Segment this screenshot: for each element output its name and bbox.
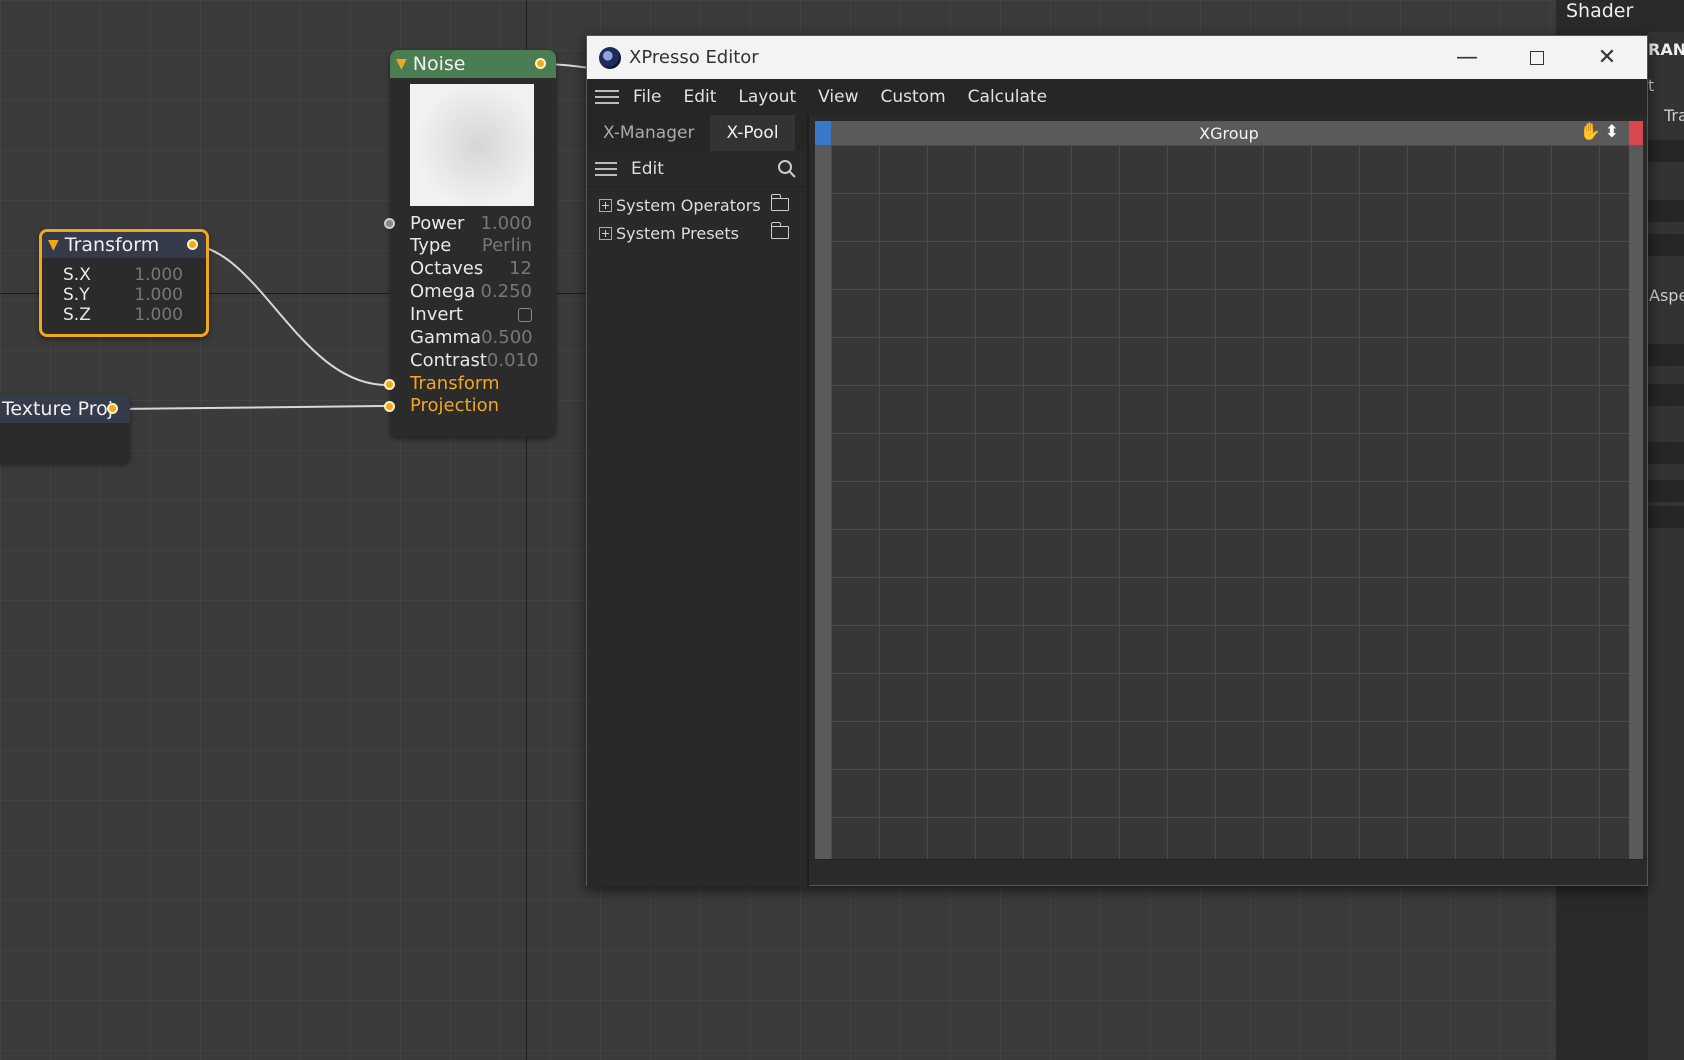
- menu-file[interactable]: File: [633, 87, 661, 107]
- tree-item-system-presets[interactable]: System Presets: [587, 219, 807, 247]
- noise-node-title: Noise: [412, 53, 466, 75]
- noise-power-input-port[interactable]: [384, 218, 395, 229]
- menu-view[interactable]: View: [818, 87, 858, 107]
- transform-node[interactable]: ▼ Transform S.X 1.000 S.Y 1.000 S.Z 1.000: [39, 229, 209, 337]
- transform-row-sz: S.Z 1.000: [63, 305, 183, 325]
- folder-icon: [770, 222, 789, 239]
- xpool-hamburger-icon[interactable]: [595, 158, 617, 180]
- attribute-field[interactable]: [1648, 234, 1684, 256]
- minimize-button[interactable]: —: [1432, 36, 1502, 79]
- xgroup-title: XGroup: [1199, 123, 1259, 143]
- xpresso-menu-bar: File Edit Layout View Custom Calculate: [587, 79, 1647, 115]
- xpool-subbar: Edit: [587, 151, 807, 187]
- xpool-edit-menu[interactable]: Edit: [631, 159, 664, 179]
- expand-plus-icon[interactable]: [599, 226, 612, 240]
- noise-param-invert: Invert: [410, 304, 532, 325]
- noise-param-power: Power 1.000: [410, 213, 532, 234]
- attribute-panel-title: Shader: [1566, 0, 1634, 22]
- texture-projection-output-port[interactable]: [107, 403, 118, 414]
- collapse-triangle-icon[interactable]: ▼: [396, 56, 407, 72]
- wire-transform-to-noise: [191, 244, 388, 386]
- tab-x-pool[interactable]: X-Pool: [710, 115, 795, 151]
- search-icon[interactable]: [777, 159, 797, 179]
- menu-layout[interactable]: Layout: [738, 87, 796, 107]
- noise-transform-input-port[interactable]: [384, 379, 395, 390]
- menu-edit[interactable]: Edit: [683, 87, 716, 107]
- folder-icon: [770, 194, 789, 211]
- noise-param-contrast: Contrast 0.010: [410, 350, 539, 371]
- xpool-tabs: X-Manager X-Pool: [587, 115, 807, 151]
- xgroup-output-port-strip[interactable]: [1629, 121, 1643, 145]
- noise-param-gamma: Gamma 0.500: [410, 327, 533, 348]
- tree-item-label: System Presets: [616, 223, 739, 243]
- noise-projection-input-port[interactable]: [384, 401, 395, 412]
- xpresso-window-title: XPresso Editor: [629, 47, 759, 68]
- attribute-field[interactable]: [1648, 506, 1684, 528]
- transform-node-header[interactable]: ▼ Transform: [42, 232, 206, 258]
- xgroup-grid-area[interactable]: [831, 145, 1629, 860]
- xpresso-title-bar[interactable]: XPresso Editor — ✕: [587, 36, 1647, 79]
- noise-param-omega: Omega 0.250: [410, 281, 532, 302]
- attribute-fragment-aspe: Aspe: [1649, 286, 1684, 305]
- attribute-field[interactable]: [1648, 480, 1684, 502]
- xgroup-node[interactable]: XGroup ✋⬍: [815, 121, 1643, 860]
- xpresso-editor-window[interactable]: XPresso Editor — ✕ File Edit Layout View…: [586, 35, 1648, 887]
- menu-custom[interactable]: Custom: [881, 87, 946, 107]
- xgroup-header[interactable]: XGroup: [815, 121, 1643, 145]
- attribute-fragment-t: t: [1648, 76, 1655, 95]
- attribute-field[interactable]: [1648, 442, 1684, 464]
- noise-input-projection: Projection: [410, 395, 500, 416]
- tree-item-system-operators[interactable]: System Operators: [587, 191, 807, 219]
- transform-output-port[interactable]: [187, 239, 198, 250]
- resize-arrows-icon[interactable]: ⬍: [1605, 122, 1623, 142]
- noise-node-header[interactable]: ▼ Noise: [390, 50, 556, 78]
- xgroup-right-border: [1629, 145, 1643, 860]
- hand-pan-icon[interactable]: ✋: [1580, 122, 1605, 142]
- attribute-field[interactable]: [1648, 344, 1684, 366]
- attribute-field[interactable]: [1648, 200, 1684, 222]
- hamburger-menu-icon[interactable]: [595, 86, 619, 108]
- xgroup-left-border: [815, 145, 831, 860]
- texture-projection-node[interactable]: Texture Proj: [0, 395, 130, 463]
- transform-node-title: Transform: [64, 234, 160, 256]
- xgroup-input-port-strip[interactable]: [815, 121, 831, 145]
- close-button[interactable]: ✕: [1572, 36, 1642, 79]
- cinema4d-logo-icon: [599, 46, 621, 69]
- maximize-button[interactable]: [1502, 36, 1572, 79]
- menu-calculate[interactable]: Calculate: [968, 87, 1047, 107]
- maximize-icon: [1530, 50, 1544, 65]
- wire-texture-to-noise: [112, 405, 388, 410]
- xgroup-header-icons: ✋⬍: [1580, 122, 1623, 142]
- noise-node[interactable]: ▼ Noise Power 1.000 Type Perlin Octaves 12 …: [384, 50, 556, 437]
- xpresso-status-bar: [809, 859, 1647, 885]
- attribute-field[interactable]: [1648, 140, 1684, 162]
- tree-item-label: System Operators: [616, 195, 761, 215]
- noise-param-octaves: Octaves 12: [410, 258, 532, 279]
- attribute-field[interactable]: [1648, 384, 1684, 406]
- noise-input-transform: Transform: [410, 373, 500, 394]
- expand-plus-icon[interactable]: [599, 198, 612, 212]
- invert-checkbox[interactable]: [518, 308, 532, 322]
- attribute-panel-strip: [1648, 32, 1684, 1060]
- transform-row-sx: S.X 1.000: [63, 265, 183, 285]
- xpool-pane: X-Manager X-Pool Edit System Operators S…: [587, 115, 809, 887]
- collapse-triangle-icon[interactable]: ▼: [48, 237, 59, 253]
- transform-row-sy: S.Y 1.000: [63, 285, 183, 305]
- tab-x-manager[interactable]: X-Manager: [587, 115, 710, 151]
- noise-preview-thumbnail: [410, 84, 534, 206]
- noise-param-type: Type Perlin: [410, 235, 532, 256]
- attribute-fragment-rans: RANS: [1648, 40, 1684, 59]
- texture-projection-node-title: Texture Proj: [2, 398, 114, 420]
- noise-output-port[interactable]: [535, 58, 546, 69]
- attribute-fragment-tra: Tra: [1664, 106, 1684, 125]
